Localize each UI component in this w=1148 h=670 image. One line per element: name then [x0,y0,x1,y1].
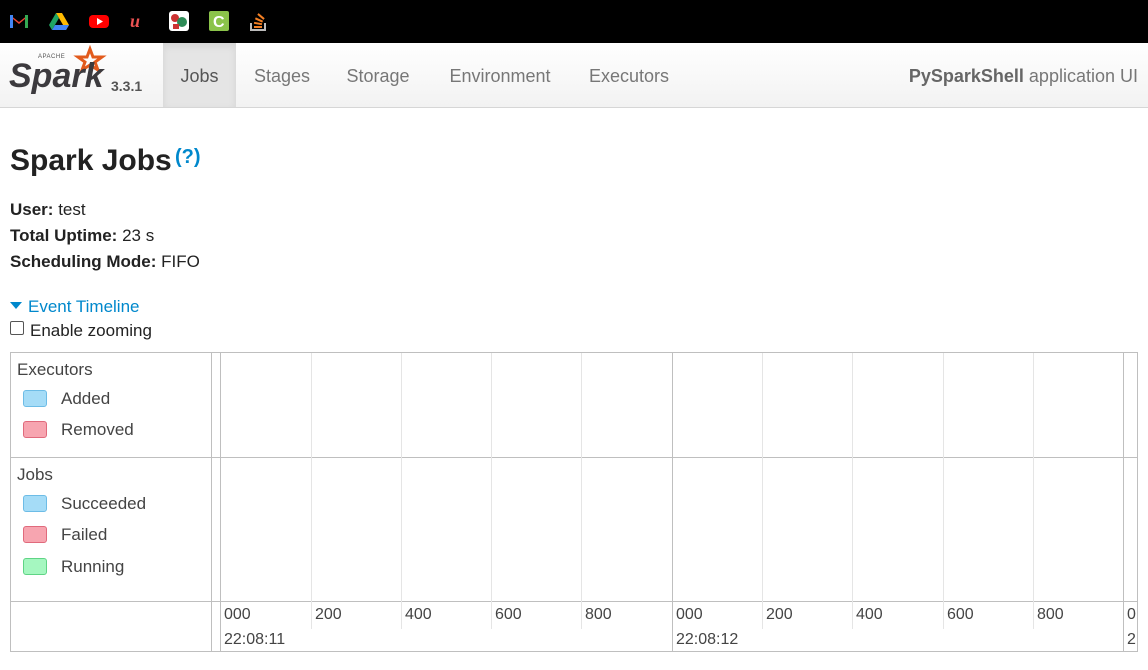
help-link[interactable]: (?) [175,146,201,169]
axis-minor-label: 000 [224,606,251,623]
timeline-row-separator [11,457,1137,458]
grid-line-major [1123,353,1124,651]
scheduling-mode-label: Scheduling Mode: [10,252,157,271]
grid-line-major [672,353,673,651]
uptime-info: Total Uptime: 23 s [10,226,154,246]
axis-minor-label: 200 [315,606,342,623]
axis-tick [311,601,312,629]
legend-label: Removed [61,420,134,439]
tab-stages[interactable]: Stages [240,43,324,107]
axis-tick [943,601,944,629]
axis-minor-label: 400 [856,606,883,623]
tab-storage[interactable]: Storage [332,43,424,107]
user-info: User: test [10,200,86,220]
legend-swatch [23,390,47,407]
svg-text:Spark: Spark [9,57,106,95]
user-label: User: [10,200,54,219]
legend-swatch [23,558,47,575]
app-title: PySparkShell application UI [909,43,1138,109]
grid-line [311,353,312,601]
timeline-axis-separator [11,601,1137,602]
legend-label: Added [61,389,111,408]
stackoverflow-icon[interactable] [248,10,270,32]
legend-swatch [23,495,47,512]
axis-tick [1033,601,1034,629]
legend-label: Succeeded [61,494,147,513]
axis-minor-label: 000 [676,606,703,623]
grid-line [401,353,402,601]
app-name: PySparkShell [908,66,1024,86]
svg-text:u: u [130,11,140,31]
axis-minor-label: 800 [1037,606,1064,623]
grid-line [762,353,763,601]
svg-text:C: C [213,14,225,31]
axis-tick [401,601,402,629]
grid-line [943,353,944,601]
uptime-label: Total Uptime: [10,226,118,245]
axis-major-label: 22:08:12 [676,631,739,648]
spark-version: 3.3.1 [111,78,143,94]
youtube-icon[interactable] [88,10,110,32]
tab-executors[interactable]: Executors [576,43,682,107]
caret-down-icon [10,302,22,310]
axis-minor-label: 600 [495,606,522,623]
legend-swatch [23,421,47,438]
grid-line [852,353,853,601]
app-suffix: application UI [1028,66,1138,86]
axis-minor-label: 800 [585,606,612,623]
uptime-value: 23 s [122,226,155,245]
executors-group-title: Executors [17,360,93,379]
axis-minor-label: 400 [405,606,432,623]
grid-line [491,353,492,601]
user-value: test [58,200,86,219]
tab-jobs[interactable]: Jobs [163,43,236,107]
axis-tick [762,601,763,629]
event-timeline-label: Event Timeline [28,297,140,316]
axis-minor-label: 600 [947,606,974,623]
udemy-icon[interactable]: u [128,10,150,32]
legend-label: Running [61,557,125,576]
spark-logo[interactable]: APACHE Spark [8,45,148,105]
event-timeline-toggle[interactable]: Event Timeline [10,297,140,317]
timeline-gutter [211,353,221,651]
google-drive-icon[interactable] [48,10,70,32]
jobs-group-title: Jobs [17,465,53,484]
grid-line [1033,353,1034,601]
enable-zooming-control[interactable]: Enable zooming [10,320,152,341]
bookmarks-bar: u C [0,0,1148,43]
legend-label: Failed [61,525,108,544]
cyan-c-icon[interactable]: C [208,10,230,32]
gmail-icon[interactable] [8,10,30,32]
scheduling-mode-info: Scheduling Mode: FIFO [10,252,200,272]
tab-environment[interactable]: Environment [432,43,568,107]
event-timeline[interactable]: Executors Added Removed Jobs Succeeded F… [10,352,1138,652]
enable-zooming-label: Enable zooming [30,321,152,340]
grid-line [581,353,582,601]
enable-zooming-checkbox[interactable] [10,320,24,335]
axis-minor-label: 200 [766,606,793,623]
legend-swatch [23,526,47,543]
spark-navbar: APACHE Spark 3.3.1 Jobs Stages Storage E… [0,43,1148,108]
page-title: Spark Jobs [10,144,172,177]
axis-major-label: 2 [1127,631,1136,648]
axis-tick [491,601,492,629]
axis-tick [581,601,582,629]
coursera-like-icon[interactable] [168,10,190,32]
axis-minor-label: 0 [1127,606,1136,623]
axis-tick [852,601,853,629]
scheduling-mode-value: FIFO [161,252,200,271]
axis-major-label: 22:08:11 [224,631,286,648]
